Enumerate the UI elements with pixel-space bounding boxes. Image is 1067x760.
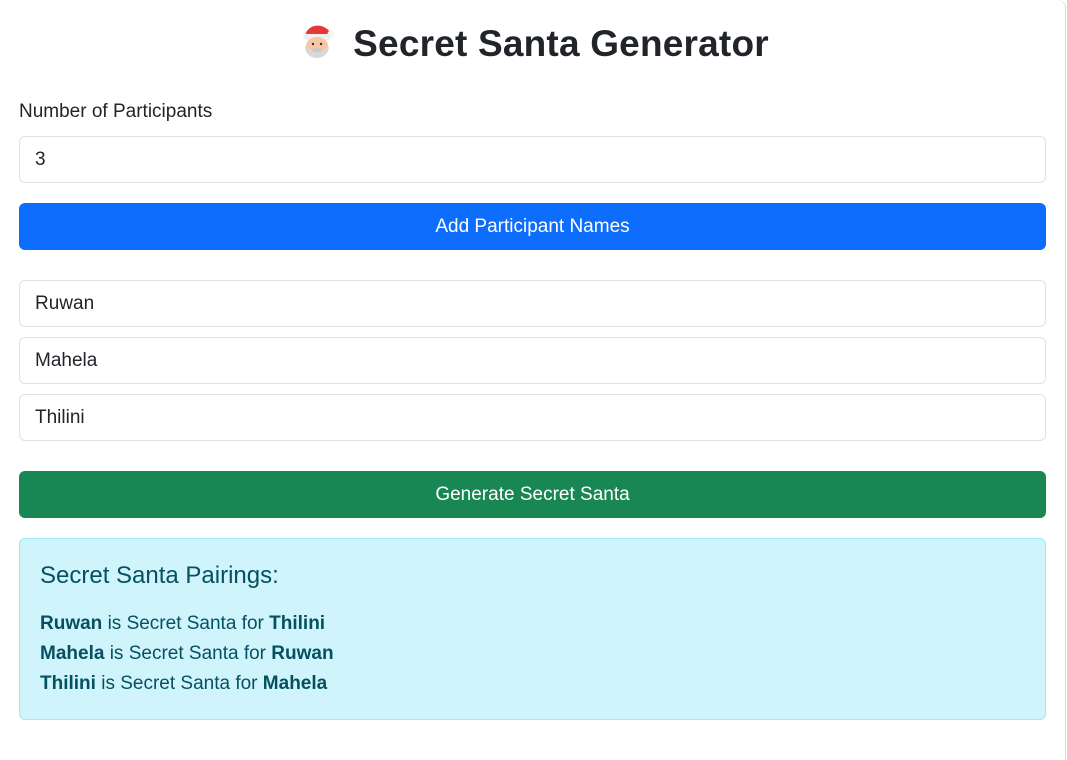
- participants-count-label: Number of Participants: [19, 101, 213, 122]
- pairing-connector: is Secret Santa for: [101, 673, 258, 694]
- app-card: Secret Santa Generator Number of Partici…: [0, 0, 1066, 760]
- participant-name-input-1[interactable]: [19, 280, 1046, 327]
- santa-icon: [297, 22, 337, 66]
- pairing-connector: is Secret Santa for: [107, 613, 264, 634]
- add-participant-names-button[interactable]: Add Participant Names: [19, 203, 1046, 250]
- pairing-row: Thilini is Secret Santa for Mahela: [40, 669, 1025, 699]
- pairing-row: Mahela is Secret Santa for Ruwan: [40, 639, 1025, 669]
- pairing-giver: Ruwan: [40, 613, 103, 634]
- generate-secret-santa-button[interactable]: Generate Secret Santa: [19, 471, 1046, 518]
- header: Secret Santa Generator: [0, 22, 1066, 66]
- participant-name-input-2[interactable]: [19, 337, 1046, 384]
- pairings-heading: Secret Santa Pairings:: [40, 562, 279, 589]
- pairing-receiver: Ruwan: [271, 643, 334, 664]
- pairings-result-panel: Secret Santa Pairings: Ruwan is Secret S…: [19, 538, 1046, 720]
- pairing-giver: Thilini: [40, 673, 96, 694]
- pairing-receiver: Thilini: [269, 613, 326, 634]
- pairing-connector: is Secret Santa for: [109, 643, 266, 664]
- page-title: Secret Santa Generator: [353, 23, 769, 64]
- pairing-giver: Mahela: [40, 643, 105, 664]
- participant-name-input-3[interactable]: [19, 394, 1046, 441]
- pairing-row: Ruwan is Secret Santa for Thilini: [40, 609, 1025, 639]
- pairing-receiver: Mahela: [262, 673, 328, 694]
- participants-count-input[interactable]: [19, 136, 1046, 183]
